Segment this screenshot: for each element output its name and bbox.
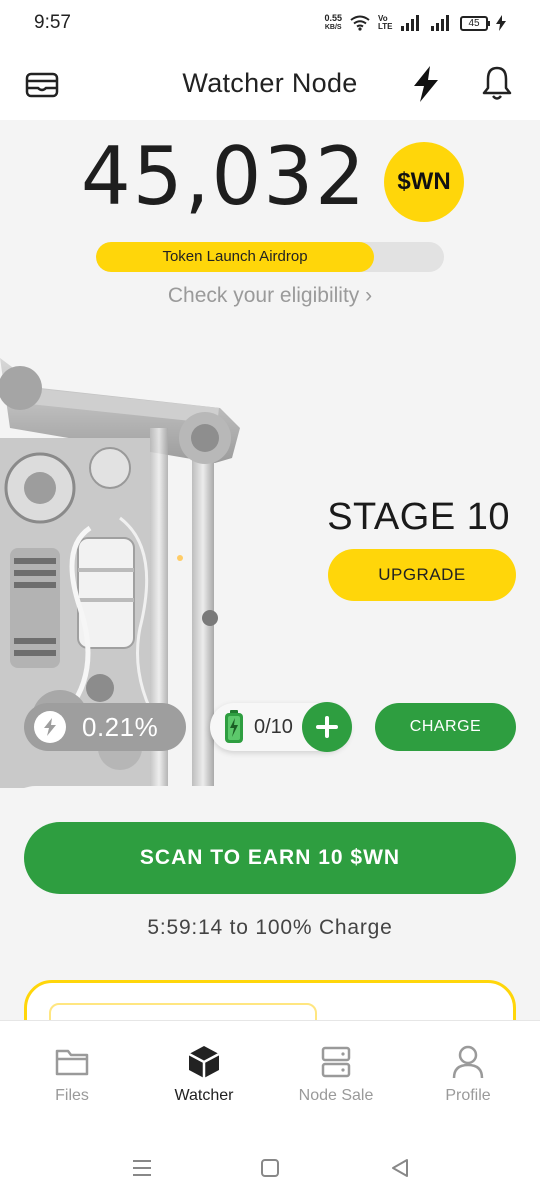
signal-icon-2	[431, 15, 449, 31]
network-speed: 0.55 KB/S	[324, 14, 342, 32]
status-time: 9:57	[34, 12, 71, 33]
scan-to-earn-button[interactable]: SCAN TO EARN 10 $WN	[24, 822, 516, 894]
network-speed-value: 0.55	[324, 13, 342, 23]
main-content: 45,032 $WN Token Launch Airdrop Check yo…	[0, 120, 540, 1020]
add-energy-button[interactable]	[302, 702, 352, 752]
folder-icon	[55, 1049, 89, 1076]
balance-amount: 45,032	[80, 130, 368, 223]
home-icon[interactable]	[258, 1156, 282, 1180]
wifi-icon	[350, 15, 370, 31]
scan-panel: SCAN TO EARN 10 $WN 5:59:14 to 100% Char…	[0, 786, 540, 1020]
wn-token-badge: $WN	[384, 142, 464, 222]
nav-label-watcher: Watcher	[174, 1087, 234, 1104]
energy-pill: 0/10	[210, 702, 352, 752]
wn-token-label: $WN	[397, 168, 451, 195]
menu-icon[interactable]	[130, 1156, 154, 1180]
server-icon	[321, 1046, 351, 1078]
lightning-icon[interactable]	[408, 64, 444, 104]
nav-label-node-sale: Node Sale	[298, 1087, 374, 1104]
status-bar: 9:57 0.55 KB/S Vo LTE 45	[0, 0, 540, 48]
app-header: Watcher Node	[0, 48, 540, 120]
battery-charge-icon	[225, 710, 243, 743]
bell-icon[interactable]	[480, 64, 514, 102]
page-title: Watcher Node	[182, 68, 358, 98]
lightning-icon	[34, 711, 66, 743]
upgrade-button[interactable]: UPGRADE	[328, 549, 516, 601]
nav-label-profile: Profile	[445, 1087, 491, 1104]
person-icon	[452, 1045, 484, 1079]
nav-item-watcher[interactable]: Watcher	[144, 1045, 264, 1105]
earning-rate-pill: 0.21%	[24, 703, 186, 751]
volte-icon: Vo LTE	[378, 14, 393, 31]
stage-label: STAGE 10	[327, 496, 510, 538]
charging-bolt-icon	[496, 15, 506, 31]
nav-item-node-sale[interactable]: Node Sale	[276, 1045, 396, 1105]
system-nav	[0, 1140, 540, 1200]
airdrop-progress[interactable]: Token Launch Airdrop	[96, 242, 444, 272]
task-card-inner	[49, 1003, 317, 1020]
nav-item-profile[interactable]: Profile	[408, 1045, 528, 1105]
status-icons: 0.55 KB/S Vo LTE 45	[324, 12, 506, 34]
eligibility-link[interactable]: Check your eligibility ›	[0, 284, 540, 308]
bottom-nav: Files Watcher Node Sale Profile	[0, 1020, 540, 1140]
cube-icon	[188, 1046, 220, 1078]
nav-label-files: Files	[55, 1087, 89, 1104]
back-icon[interactable]	[388, 1156, 412, 1180]
battery-icon: 45	[460, 15, 490, 31]
signal-icon	[401, 15, 419, 31]
charge-button[interactable]: CHARGE	[375, 703, 516, 751]
earning-rate-value: 0.21%	[82, 711, 159, 742]
airdrop-label: Token Launch Airdrop	[162, 248, 308, 265]
charge-timer: 5:59:14 to 100% Charge	[147, 916, 393, 939]
energy-value: 0/10	[254, 715, 293, 738]
balance-row: 45,032 $WN	[0, 130, 540, 223]
network-speed-unit: KB/S	[324, 24, 342, 31]
nav-item-files[interactable]: Files	[12, 1045, 132, 1105]
task-card[interactable]	[24, 980, 516, 1020]
